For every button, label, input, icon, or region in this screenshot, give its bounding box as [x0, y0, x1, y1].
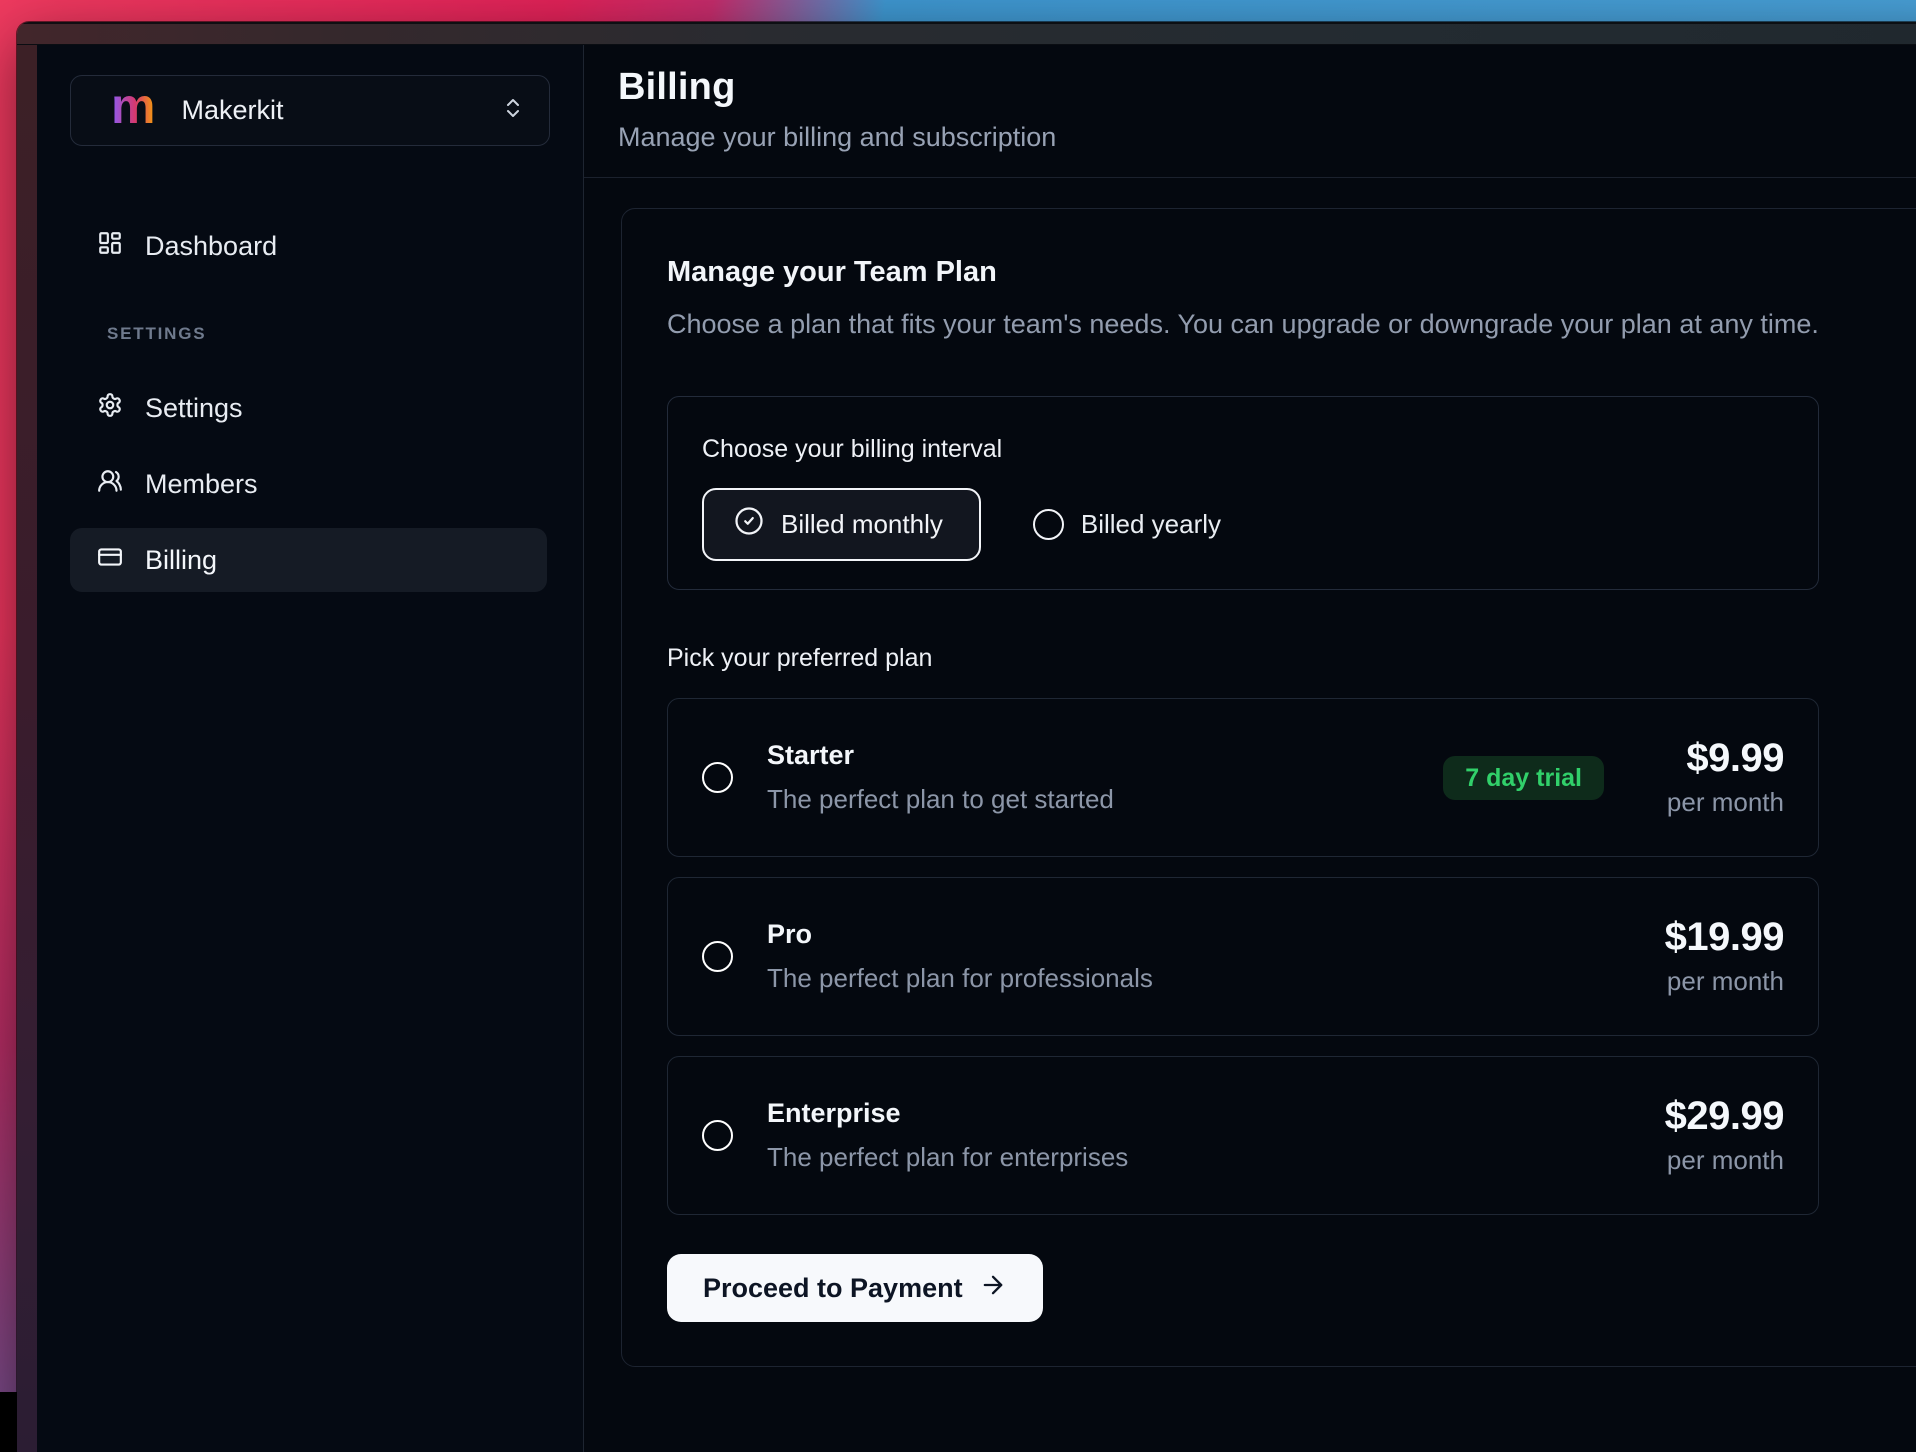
proceed-to-payment-button[interactable]: Proceed to Payment — [667, 1254, 1043, 1322]
app-window: m Makerkit Dashboard SETTINGS — [17, 22, 1916, 1452]
sidebar-item-label: Dashboard — [145, 231, 277, 262]
plan-period: per month — [1667, 966, 1784, 997]
interval-label: Choose your billing interval — [702, 435, 1818, 464]
card-title: Manage your Team Plan — [667, 256, 1905, 289]
plan-description: The perfect plan to get started — [767, 784, 1114, 815]
plan-name: Starter — [767, 740, 1114, 771]
dashboard-icon — [97, 230, 123, 263]
page-header: Billing Manage your billing and subscrip… — [584, 45, 1916, 178]
team-name: Makerkit — [181, 95, 475, 126]
plan-price: $9.99 — [1686, 738, 1784, 778]
radio-icon[interactable] — [702, 762, 733, 793]
page-title: Billing — [618, 66, 1916, 109]
plan-description: The perfect plan for professionals — [767, 963, 1153, 994]
billed-yearly-option[interactable]: Billed yearly — [1033, 509, 1221, 540]
billing-interval-group: Choose your billing interval Billed mont… — [667, 396, 1819, 590]
sidebar-section-label: SETTINGS — [107, 324, 583, 344]
trial-badge: 7 day trial — [1443, 756, 1604, 800]
cta-label: Proceed to Payment — [703, 1273, 963, 1304]
sidebar-nav: Dashboard SETTINGS Settings — [70, 214, 583, 592]
sidebar-item-dashboard[interactable]: Dashboard — [70, 214, 547, 278]
team-plan-card: Manage your Team Plan Choose a plan that… — [621, 208, 1916, 1367]
team-selector[interactable]: m Makerkit — [70, 75, 550, 146]
page-subtitle: Manage your billing and subscription — [618, 122, 1916, 153]
radio-icon — [1033, 509, 1064, 540]
window-titlebar — [17, 22, 1916, 45]
plan-name: Enterprise — [767, 1098, 1128, 1129]
circle-check-icon — [734, 506, 764, 543]
plan-description: The perfect plan for enterprises — [767, 1142, 1128, 1173]
plan-price: $19.99 — [1665, 917, 1784, 957]
plan-name: Pro — [767, 919, 1153, 950]
sidebar-item-label: Members — [145, 469, 258, 500]
sidebar-item-members[interactable]: Members — [70, 452, 547, 516]
interval-option-label: Billed yearly — [1081, 509, 1221, 540]
arrow-right-icon — [979, 1271, 1007, 1306]
sidebar-item-label: Billing — [145, 545, 217, 576]
sidebar: m Makerkit Dashboard SETTINGS — [37, 45, 584, 1452]
sidebar-item-settings[interactable]: Settings — [70, 376, 547, 440]
plan-period: per month — [1667, 787, 1784, 818]
main-content: Billing Manage your billing and subscrip… — [584, 45, 1916, 1452]
plan-row-enterprise[interactable]: Enterprise The perfect plan for enterpri… — [667, 1056, 1819, 1215]
credit-card-icon — [97, 544, 123, 577]
makerkit-logo: m — [111, 84, 155, 129]
users-icon — [97, 468, 123, 501]
sidebar-item-billing[interactable]: Billing — [70, 528, 547, 592]
plan-period: per month — [1667, 1145, 1784, 1176]
desktop: m Makerkit Dashboard SETTINGS — [0, 0, 1916, 1392]
gear-icon — [97, 392, 123, 425]
billed-monthly-option[interactable]: Billed monthly — [702, 488, 981, 561]
card-description: Choose a plan that fits your team's need… — [667, 309, 1905, 340]
interval-option-label: Billed monthly — [781, 509, 943, 540]
plan-row-pro[interactable]: Pro The perfect plan for professionals $… — [667, 877, 1819, 1036]
plans-label: Pick your preferred plan — [667, 644, 1905, 673]
plan-price: $29.99 — [1665, 1096, 1784, 1136]
radio-icon[interactable] — [702, 941, 733, 972]
window-left-edge — [17, 45, 37, 1452]
radio-icon[interactable] — [702, 1120, 733, 1151]
plan-row-starter[interactable]: Starter The perfect plan to get started … — [667, 698, 1819, 857]
sidebar-item-label: Settings — [145, 393, 243, 424]
chevrons-up-down-icon — [501, 96, 525, 125]
